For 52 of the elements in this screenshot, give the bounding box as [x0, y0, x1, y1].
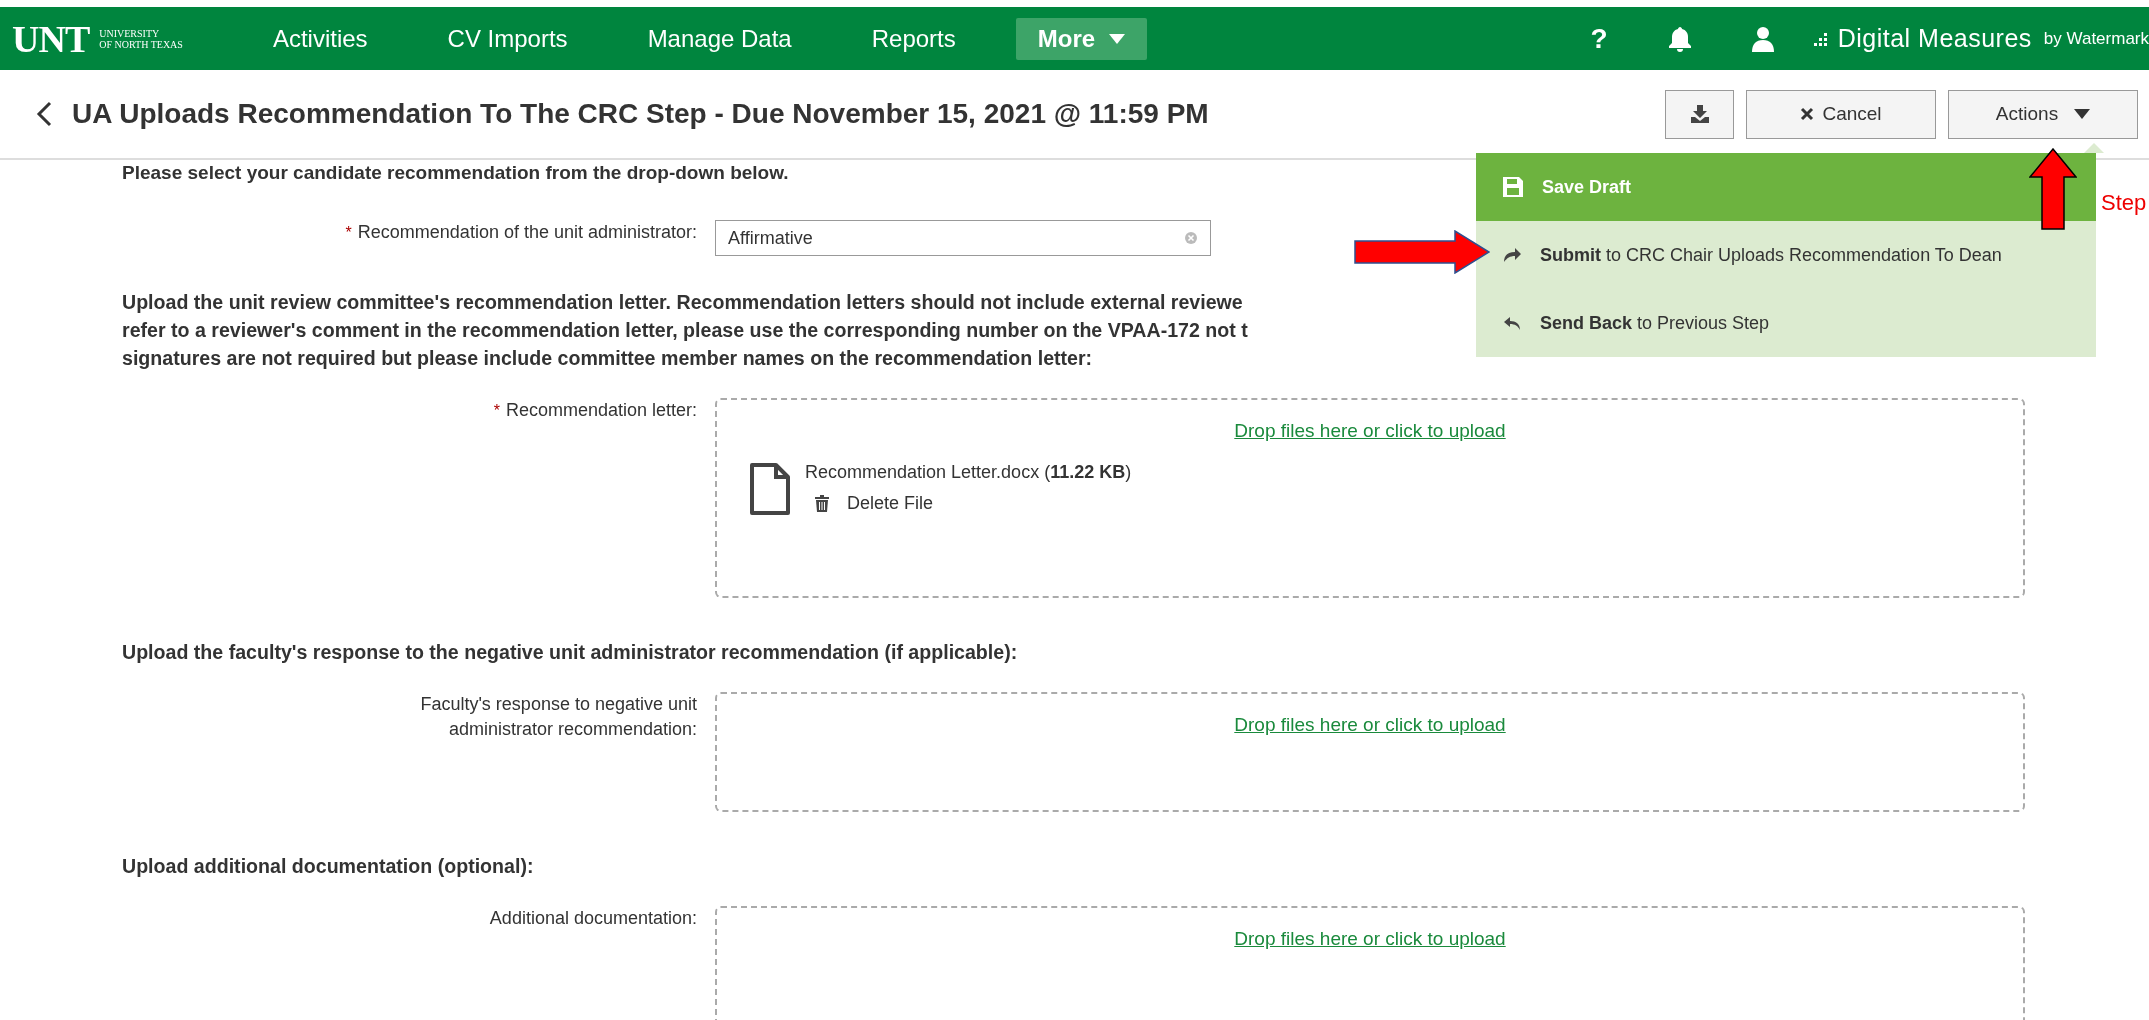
file-icon — [749, 462, 791, 516]
delete-file-link[interactable]: Delete File — [847, 493, 934, 514]
field-label: * Recommendation of the unit administrator: — [344, 221, 697, 244]
back-icon[interactable] — [36, 101, 52, 127]
nav-link[interactable]: CV Imports — [447, 24, 568, 53]
actions-button[interactable]: Actions — [1948, 89, 2138, 139]
field-label: Additional documentation: — [488, 907, 697, 930]
field-label: Faculty's response to negative unit administrator recommendation: — [419, 693, 697, 742]
field-label: * Recommendation letter: — [492, 399, 697, 422]
more-menu-button[interactable]: More — [1015, 17, 1148, 60]
menu-item[interactable]: Send Back to Previous Step — [1476, 289, 2096, 357]
help-icon[interactable]: ? — [1590, 22, 1608, 55]
section-heading: Upload additional documentation (optional): — [122, 854, 534, 879]
section-heading: refer to a reviewer's comment in the recommendation letter, please use the corresponding number on the VPAA-172 not t — [122, 318, 1248, 343]
required-mark: * — [345, 224, 352, 241]
clear-icon — [1184, 231, 1198, 245]
bell-icon[interactable] — [1667, 25, 1692, 52]
cancel-button[interactable]: Cancel — [1746, 89, 1936, 139]
caret-icon — [2074, 109, 2091, 119]
user-icon[interactable] — [1751, 25, 1774, 52]
file-name: Recommendation Letter.docx (11.22 KB) — [805, 462, 1132, 483]
annotation-label: Step — [2101, 190, 2147, 216]
close-icon — [1800, 107, 1815, 121]
upload-link[interactable]: Drop files here or click to upload — [1234, 928, 1506, 950]
file-drop-zone[interactable]: Drop files here or click to upload Recommendation Letter.docx (11.22 KB) Delete File — [715, 398, 2025, 598]
required-mark: * — [493, 402, 500, 419]
section-heading: Upload the faculty's response to the negative unit administrator recommendation (if applicable): — [122, 640, 1018, 665]
nav-link[interactable]: Manage Data — [647, 24, 792, 53]
brand-name: Digital Measures — [1837, 24, 2032, 53]
forward-icon — [1502, 247, 1522, 263]
download-button[interactable] — [1665, 89, 1734, 139]
nav-link[interactable]: Reports — [871, 24, 956, 53]
upload-link[interactable]: Drop files here or click to upload — [1234, 714, 1506, 736]
upload-link[interactable]: Drop files here or click to upload — [1234, 420, 1506, 442]
menu-item[interactable]: Save Draft — [1476, 153, 2096, 221]
trash-icon — [815, 495, 829, 512]
file-drop-zone[interactable]: Drop files here or click to upload — [715, 906, 2025, 1020]
section-heading: Upload the unit review committee's recommendation letter. Recommendation letters should not include external reviewe — [122, 290, 1243, 315]
undo-icon — [1502, 315, 1522, 331]
save-icon — [1502, 176, 1524, 198]
menu-item[interactable]: Submit to CRC Chair Uploads Recommendation To Dean — [1476, 221, 2096, 289]
nav-link[interactable]: Activities — [272, 24, 368, 53]
caret-icon — [1109, 33, 1126, 44]
recommendation-select[interactable]: Affirmative — [715, 220, 1211, 256]
logo-text[interactable]: UNT — [12, 16, 90, 61]
file-drop-zone[interactable]: Drop files here or click to upload — [715, 692, 2025, 812]
brand-suffix: by Watermark — [2043, 28, 2149, 49]
instruction-text: Please select your candidate recommendation from the drop-down below. — [122, 162, 790, 184]
download-icon — [1689, 104, 1710, 124]
section-heading: signatures are not required but please include committee member names on the recommendation letter: — [122, 346, 1093, 371]
page-title: UA Uploads Recommendation To The CRC Step - Due November 15, 2021 @ 11:59 PM — [72, 98, 1210, 130]
logo-subtitle: UNIVERSITY OF NORTH TEXAS — [99, 27, 183, 50]
